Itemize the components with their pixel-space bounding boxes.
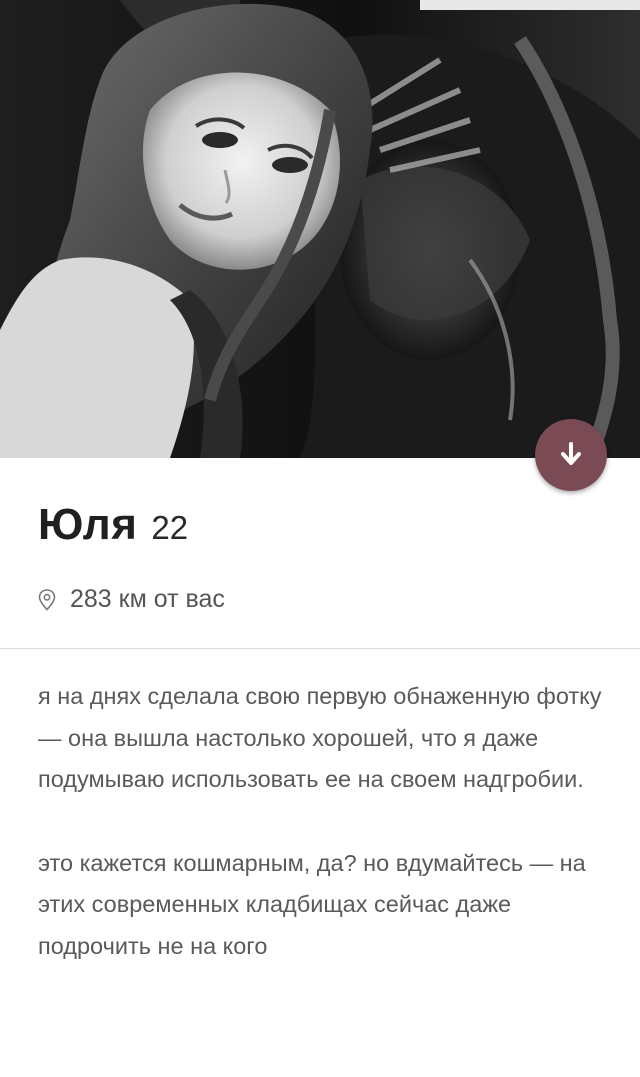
profile-photo-image (0, 0, 640, 458)
collapse-profile-button[interactable] (535, 419, 607, 491)
bio-paragraph-1: я на днях сделала свою первую обнаженную… (38, 683, 602, 792)
distance-row: 283 км от вас (38, 585, 225, 614)
location-pin-icon (38, 588, 56, 611)
profile-header: Юля 22 (38, 500, 188, 550)
profile-name: Юля (38, 500, 138, 549)
bio-section: я на днях сделала свою первую обнаженную… (38, 676, 618, 967)
profile-photo[interactable] (0, 0, 640, 458)
section-divider (0, 648, 640, 649)
bio-paragraph-2: это кажется кошмарным, да? но вдумайтесь… (38, 849, 586, 959)
profile-age: 22 (151, 509, 189, 546)
distance-text: 283 км от вас (70, 585, 225, 613)
arrow-down-icon (561, 442, 581, 465)
